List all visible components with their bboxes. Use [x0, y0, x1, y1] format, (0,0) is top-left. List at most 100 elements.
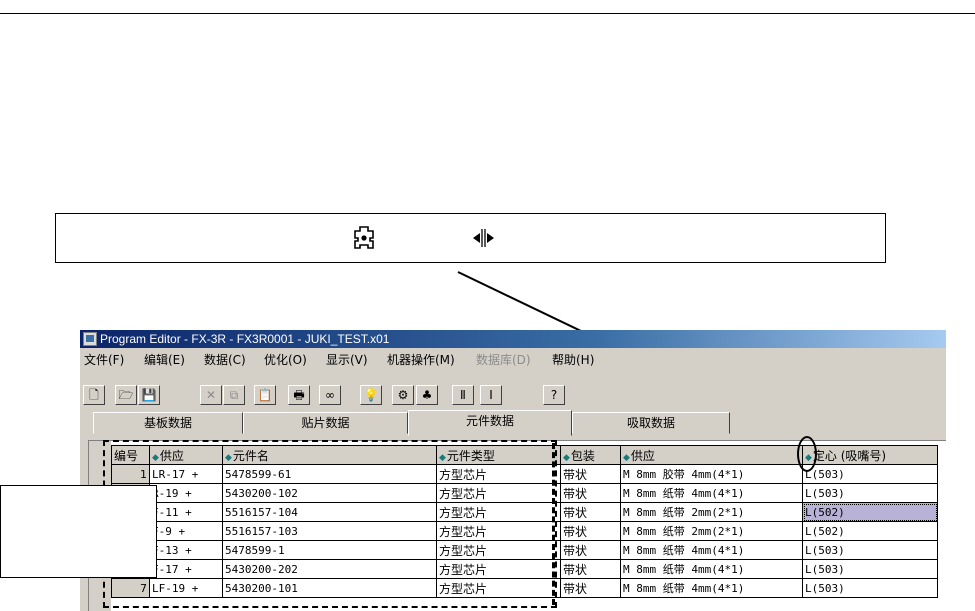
- col-header-part-type[interactable]: ◆元件类型: [436, 445, 561, 465]
- cell-feeder[interactable]: F-9 +: [149, 521, 223, 541]
- callout-box: [55, 213, 886, 263]
- cell-feeder[interactable]: F-17 +: [149, 559, 223, 579]
- open-folder-icon[interactable]: 🗁: [115, 385, 137, 405]
- menu-bar: 文件(F) 编辑(E) 数据(C) 优化(O) 显示(V) 机器操作(M) 数据…: [80, 348, 946, 368]
- cell-centering[interactable]: L(503): [802, 578, 938, 598]
- cell-supply[interactable]: M 8mm 纸带 4mm(4*1): [620, 483, 803, 503]
- cell-feeder[interactable]: R-19 +: [149, 483, 223, 503]
- cell-feeder[interactable]: LR-17 +: [149, 464, 223, 484]
- cell-centering[interactable]: L(503): [802, 559, 938, 579]
- cell-supply[interactable]: M 8mm 胶带 4mm(4*1): [620, 464, 803, 484]
- cell-centering[interactable]: L(503): [802, 540, 938, 560]
- col-header-feeder[interactable]: ◆供应: [149, 445, 223, 465]
- cell-package[interactable]: 带状: [560, 578, 621, 598]
- cell-part-type[interactable]: 方型芯片: [436, 540, 561, 560]
- col-header-part-name[interactable]: ◆元件名: [222, 445, 437, 465]
- cell-package[interactable]: 带状: [560, 540, 621, 560]
- new-file-icon[interactable]: 🗋: [83, 385, 105, 405]
- menu-help[interactable]: 帮助(H): [552, 351, 594, 368]
- table-row[interactable]: 7 LF-19 + 5430200-101 方型芯片 带状 M 8mm 纸带 4…: [111, 578, 938, 598]
- cell-part-name[interactable]: 5478599-61: [222, 464, 437, 484]
- cell-supply[interactable]: M 8mm 纸带 4mm(4*1): [620, 578, 803, 598]
- cell-part-type[interactable]: 方型芯片: [436, 502, 561, 522]
- cell-part-name[interactable]: 5478599-1: [222, 540, 437, 560]
- cell-part-name[interactable]: 5430200-101: [222, 578, 437, 598]
- machine-icon[interactable]: ⚙: [392, 385, 414, 405]
- align-vertical-icon[interactable]: Ⅰ: [480, 385, 502, 405]
- help-icon[interactable]: ?: [543, 385, 565, 405]
- tab-strip: 基板数据 贴片数据 元件数据 吸取数据: [85, 410, 946, 436]
- light-bulb-icon[interactable]: 💡: [360, 385, 382, 405]
- sort-icon: ◆: [225, 452, 232, 463]
- toolbar: 🗋 🗁 💾 ✕ ⧉ 📋 🖶 ∞ 💡 ⚙ ♣ Ⅱ Ⅰ ?: [80, 368, 946, 405]
- table-row[interactable]: F-9 + 5516157-103 方型芯片 带状 M 8mm 纸带 2mm(2…: [111, 521, 938, 541]
- highlight-ellipse: [797, 436, 817, 472]
- cell-package[interactable]: 带状: [560, 502, 621, 522]
- table-row[interactable]: F-11 + 5516157-104 方型芯片 带状 M 8mm 纸带 2mm(…: [111, 502, 938, 522]
- sort-icon: ◆: [563, 452, 570, 463]
- cell-centering[interactable]: L(502): [802, 521, 938, 541]
- col-header-number[interactable]: 编号: [111, 445, 150, 465]
- col-header-supply[interactable]: ◆供应: [620, 445, 803, 465]
- annotation-note-box: [0, 485, 157, 578]
- cell-supply[interactable]: M 8mm 纸带 2mm(2*1): [620, 502, 803, 522]
- menu-optimize[interactable]: 优化(O): [264, 351, 307, 368]
- cell-centering[interactable]: L(503): [802, 483, 938, 503]
- menu-data[interactable]: 数据(C): [204, 351, 246, 368]
- cell-centering[interactable]: L(503): [802, 464, 938, 484]
- col-header-label: 编号: [114, 448, 139, 463]
- cell-part-type[interactable]: 方型芯片: [436, 464, 561, 484]
- cell-centering-selected[interactable]: L(502): [802, 502, 938, 522]
- find-icon[interactable]: ∞: [319, 385, 341, 405]
- save-icon[interactable]: 💾: [138, 385, 160, 405]
- cell-part-type[interactable]: 方型芯片: [436, 578, 561, 598]
- cell-supply[interactable]: M 8mm 纸带 4mm(4*1): [620, 540, 803, 560]
- table-row[interactable]: F-13 + 5478599-1 方型芯片 带状 M 8mm 纸带 4mm(4*…: [111, 540, 938, 560]
- row-number[interactable]: 1: [111, 464, 150, 484]
- print-icon[interactable]: 🖶: [288, 385, 310, 405]
- col-header-label: 元件类型: [446, 448, 495, 463]
- tab-pickup-data[interactable]: 吸取数据: [572, 412, 730, 434]
- menu-database: 数据库(D): [476, 353, 531, 367]
- menu-edit[interactable]: 编辑(E): [144, 351, 185, 368]
- col-header-label: 元件名: [232, 448, 269, 463]
- cell-package[interactable]: 带状: [560, 521, 621, 541]
- title-bar[interactable]: Program Editor - FX-3R - FX3R0001 - JUKI…: [80, 330, 946, 348]
- cell-part-name[interactable]: 5516157-104: [222, 502, 437, 522]
- col-header-package[interactable]: ◆包装: [560, 445, 621, 465]
- align-horizontal-icon[interactable]: Ⅱ: [452, 385, 474, 405]
- app-icon[interactable]: [83, 332, 97, 346]
- cell-feeder[interactable]: F-13 +: [149, 540, 223, 560]
- cell-part-name[interactable]: 5516157-103: [222, 521, 437, 541]
- cell-part-type[interactable]: 方型芯片: [436, 559, 561, 579]
- cell-package[interactable]: 带状: [560, 483, 621, 503]
- paste-icon[interactable]: 📋: [254, 385, 276, 405]
- column-resize-icon: [472, 228, 496, 248]
- tab-board-data[interactable]: 基板数据: [93, 412, 243, 434]
- menu-file[interactable]: 文件(F): [84, 351, 124, 368]
- table-row[interactable]: R-19 + 5430200-102 方型芯片 带状 M 8mm 纸带 4mm(…: [111, 483, 938, 503]
- cell-package[interactable]: 带状: [560, 464, 621, 484]
- cell-feeder[interactable]: LF-19 +: [149, 578, 223, 598]
- cell-supply[interactable]: M 8mm 纸带 2mm(2*1): [620, 521, 803, 541]
- group-icon[interactable]: ♣: [416, 385, 438, 405]
- cell-part-type[interactable]: 方型芯片: [436, 521, 561, 541]
- menu-machine[interactable]: 机器操作(M): [387, 351, 455, 368]
- cell-package[interactable]: 带状: [560, 559, 621, 579]
- cell-part-name[interactable]: 5430200-102: [222, 483, 437, 503]
- copy-icon[interactable]: ⧉: [223, 385, 245, 405]
- tab-component-data[interactable]: 元件数据: [408, 410, 572, 436]
- col-header-label: 供应: [159, 448, 184, 463]
- menu-view[interactable]: 显示(V): [326, 351, 368, 368]
- table-row[interactable]: F-17 + 5430200-202 方型芯片 带状 M 8mm 纸带 4mm(…: [111, 559, 938, 579]
- cell-part-type[interactable]: 方型芯片: [436, 483, 561, 503]
- col-header-label: 供应: [630, 448, 655, 463]
- delete-icon[interactable]: ✕: [200, 385, 222, 405]
- row-number[interactable]: 7: [111, 578, 150, 598]
- col-header-centering[interactable]: ◆定心 (吸嘴号): [802, 445, 938, 465]
- cell-part-name[interactable]: 5430200-202: [222, 559, 437, 579]
- tab-placement-data[interactable]: 贴片数据: [243, 412, 408, 434]
- cell-feeder[interactable]: F-11 +: [149, 502, 223, 522]
- col-header-label: 定心 (吸嘴号): [812, 448, 887, 463]
- cell-supply[interactable]: M 8mm 纸带 4mm(4*1): [620, 559, 803, 579]
